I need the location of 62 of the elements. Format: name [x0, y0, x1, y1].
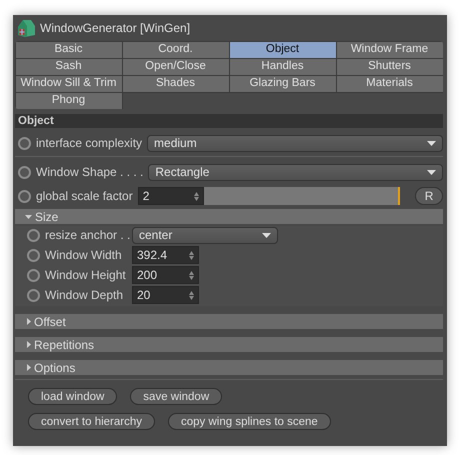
radio-icon[interactable]: [27, 268, 40, 282]
number-field[interactable]: 200: [132, 266, 199, 284]
tab[interactable]: Shades: [122, 74, 230, 92]
number-field[interactable]: 2: [138, 187, 204, 205]
radio-icon[interactable]: [18, 190, 31, 202]
tab[interactable]: Open/Close: [122, 58, 230, 76]
tab[interactable]: Basic: [15, 41, 122, 58]
expand-triangle-icon: [27, 341, 31, 348]
radio-icon[interactable]: [27, 228, 40, 242]
radio-icon[interactable]: [27, 248, 40, 262]
group-header[interactable]: Options: [15, 360, 443, 375]
parameter-label: interface complexity: [36, 136, 142, 150]
parameter-label: global scale factor: [36, 189, 133, 203]
action-button[interactable]: copy wing splines to scene: [168, 413, 331, 430]
dropdown[interactable]: center: [132, 226, 278, 244]
parameter-label: Window Depth: [45, 288, 124, 302]
group-title: Repetitions: [34, 338, 94, 352]
tab[interactable]: Sash: [15, 58, 122, 76]
number-field[interactable]: 392.4: [132, 246, 199, 264]
collapse-triangle-icon: [25, 214, 32, 218]
parameter-label: Window Shape . . . .: [36, 165, 144, 179]
tab[interactable]: Handles: [228, 58, 336, 76]
expand-triangle-icon: [27, 364, 31, 371]
spinner-icon: [189, 250, 194, 260]
action-button[interactable]: save window: [130, 388, 222, 405]
action-button[interactable]: convert to hierarchy: [28, 413, 155, 430]
action-button[interactable]: load window: [28, 388, 118, 405]
tab[interactable]: Materials: [336, 74, 443, 92]
caret-icon: [427, 140, 436, 146]
parameter-label: resize anchor . .: [45, 228, 127, 242]
window-title: WindowGenerator [WinGen]: [40, 20, 190, 34]
radio-icon[interactable]: [27, 288, 40, 302]
dropdown[interactable]: Rectangle: [148, 164, 443, 180]
group-title: Offset: [34, 314, 66, 328]
group-header[interactable]: Repetitions: [15, 337, 443, 352]
number-field[interactable]: 20: [132, 286, 199, 304]
tab[interactable]: Glazing Bars: [228, 74, 336, 92]
parameter-label: Window Width: [45, 248, 123, 262]
tab[interactable]: Object: [228, 41, 336, 58]
spinner-icon: [189, 290, 194, 300]
group-title: Size: [35, 210, 58, 224]
tab[interactable]: Phong: [15, 92, 122, 109]
dropdown[interactable]: medium: [147, 134, 443, 152]
spinner-icon: [189, 270, 194, 280]
spinner-icon: [194, 192, 200, 200]
group-header[interactable]: Offset: [15, 314, 443, 329]
caret-icon: [262, 232, 271, 238]
radio-icon[interactable]: [18, 166, 31, 178]
section-header: Object: [15, 114, 443, 128]
tab[interactable]: Coord.: [122, 41, 230, 58]
tab[interactable]: Shutters: [336, 58, 443, 76]
group-header[interactable]: Size: [15, 209, 443, 224]
radio-icon[interactable]: [18, 136, 31, 150]
slider-thumb[interactable]: [398, 187, 400, 205]
tab[interactable]: Window Sill & Trim: [15, 74, 122, 92]
reset-button[interactable]: R: [415, 187, 443, 205]
tab[interactable]: Window Frame: [336, 41, 443, 58]
group-title: Options: [34, 360, 76, 374]
expand-triangle-icon: [27, 318, 31, 325]
house-icon: [16, 18, 36, 38]
caret-icon: [427, 170, 436, 174]
parameter-label: Window Height: [45, 268, 127, 282]
